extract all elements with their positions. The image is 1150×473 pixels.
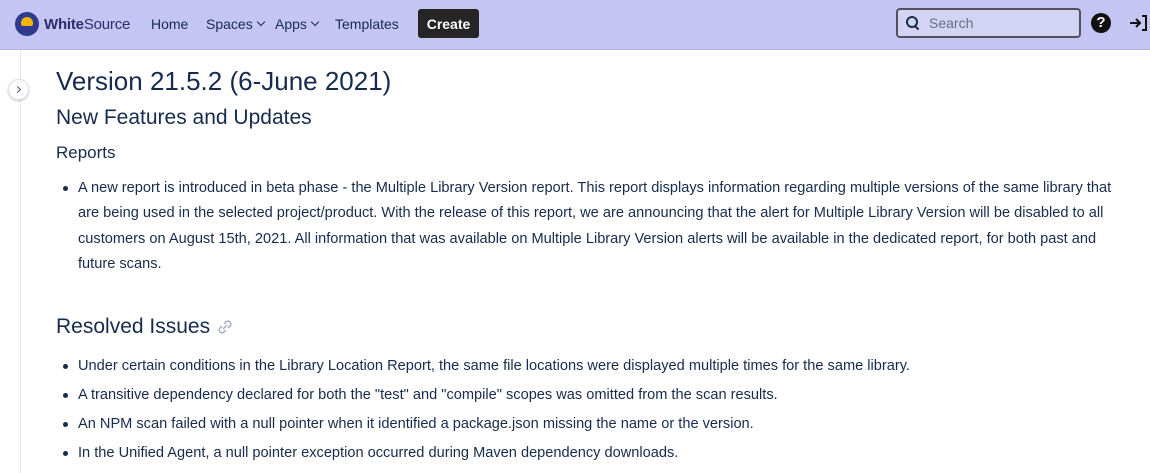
logo-text: WhiteSource — [44, 16, 130, 33]
logo-text-regular: Source — [83, 15, 131, 33]
help-icon[interactable]: ? — [1091, 13, 1111, 33]
sidebar-rail — [0, 50, 21, 473]
search-icon — [905, 15, 921, 31]
resolved-issues-label: Resolved Issues — [56, 315, 211, 338]
nav-home[interactable]: Home — [151, 16, 188, 32]
login-icon[interactable] — [1128, 13, 1148, 33]
list-item: A new report is introduced in beta phase… — [56, 176, 1131, 278]
resolved-issues-list: Under certain conditions in the Library … — [56, 352, 1131, 468]
chevron-down-icon — [310, 17, 320, 27]
list-item: In the Unified Agent, a null pointer exc… — [56, 439, 1131, 468]
nav-templates[interactable]: Templates — [335, 16, 399, 32]
search-box[interactable] — [896, 8, 1081, 38]
chevron-down-icon — [256, 17, 265, 27]
section-heading-new-features: New Features and Updates — [56, 106, 312, 129]
create-button[interactable]: Create — [418, 9, 479, 38]
link-icon[interactable] — [216, 320, 234, 334]
top-navigation-bar: WhiteSource Home Spaces Apps Templates C… — [0, 0, 1150, 50]
whitesource-logo[interactable]: WhiteSource — [15, 11, 130, 37]
logo-text-bold: White — [44, 15, 84, 33]
page-title: Version 21.5.2 (6-June 2021) — [56, 66, 392, 96]
whitesource-logo-icon — [15, 12, 39, 36]
create-button-label: Create — [426, 15, 471, 32]
expand-sidebar-button[interactable] — [8, 79, 29, 100]
list-item: Under certain conditions in the Library … — [56, 352, 1131, 381]
list-item: An NPM scan failed with a null pointer w… — [56, 410, 1131, 439]
nav-templates-label: Templates — [335, 16, 399, 32]
search-input[interactable] — [927, 14, 1071, 32]
list-item: A transitive dependency declared for bot… — [56, 381, 1131, 410]
nav-home-label: Home — [151, 16, 189, 32]
subsection-heading-reports: Reports — [56, 143, 116, 162]
nav-spaces-label: Spaces — [206, 16, 253, 32]
reports-list: A new report is introduced in beta phase… — [56, 176, 1131, 278]
section-heading-resolved-issues: Resolved Issues — [56, 315, 234, 339]
nav-apps-label: Apps — [275, 16, 307, 32]
nav-spaces[interactable]: Spaces — [206, 16, 265, 32]
nav-apps[interactable]: Apps — [275, 16, 320, 32]
